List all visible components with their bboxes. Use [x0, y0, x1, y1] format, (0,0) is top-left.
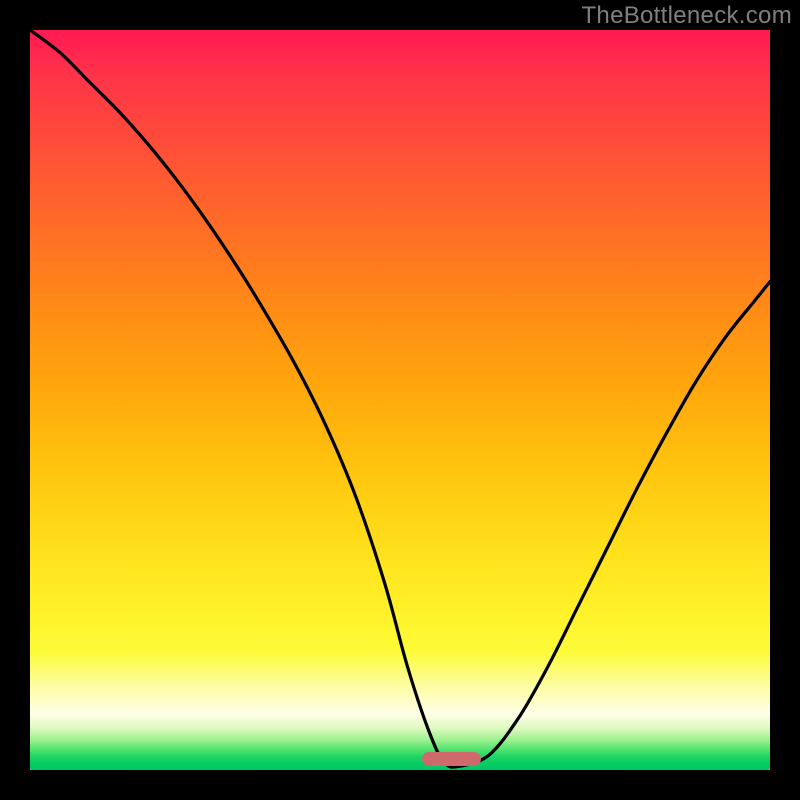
bottleneck-curve — [30, 30, 770, 770]
bottleneck-curve-path — [30, 30, 770, 767]
optimal-range-marker — [422, 752, 481, 766]
chart-frame: TheBottleneck.com — [0, 0, 800, 800]
watermark-text: TheBottleneck.com — [581, 2, 792, 30]
plot-area — [30, 30, 770, 770]
